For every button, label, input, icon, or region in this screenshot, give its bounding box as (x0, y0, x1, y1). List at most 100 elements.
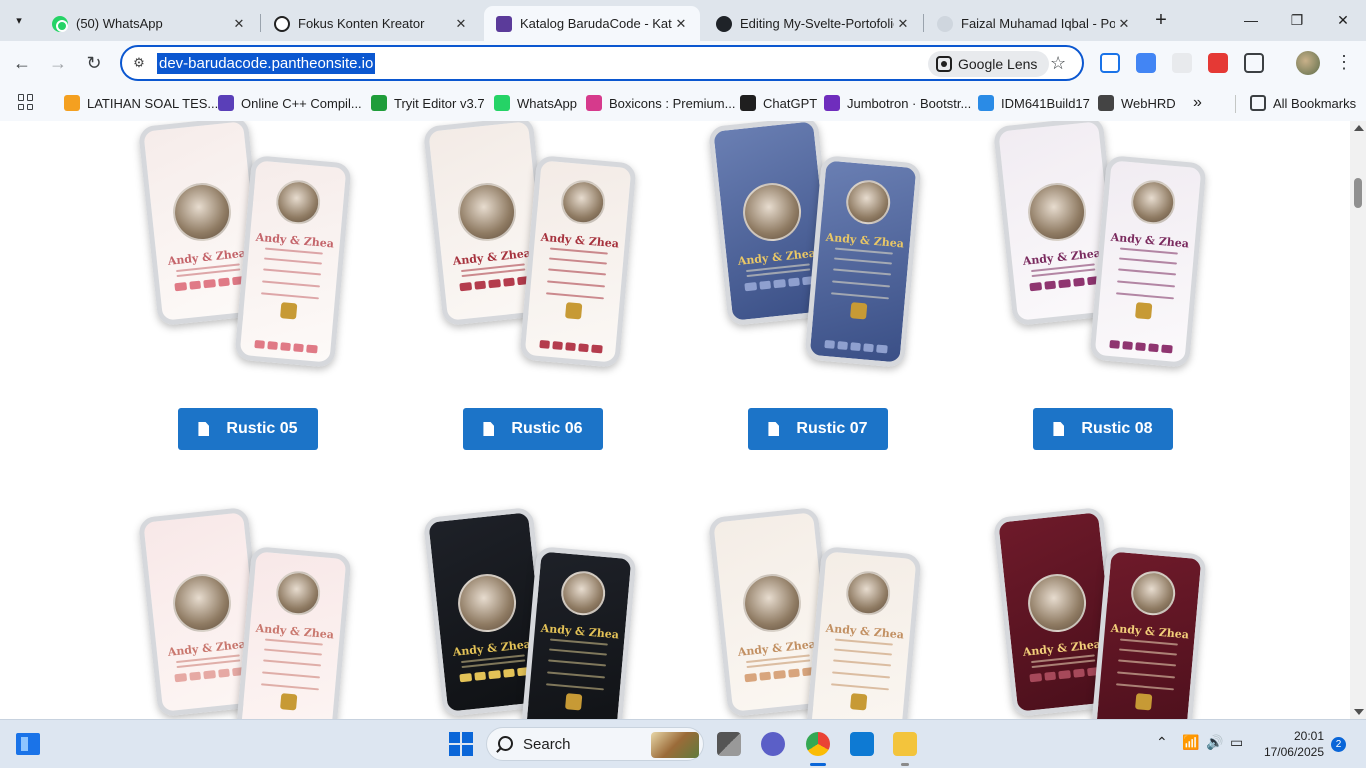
bookmark-item[interactable]: WhatsApp (494, 91, 577, 115)
couple-names: Andy & Zhea (540, 621, 620, 642)
invitation-text-line (548, 268, 606, 276)
running-indicator (901, 763, 909, 766)
whatsapp-icon (52, 15, 68, 32)
scroll-thumb[interactable] (1354, 178, 1362, 208)
invitation-text-line (546, 292, 604, 300)
bookmark-item[interactable]: Jumbotron · Bootstr... (824, 91, 971, 115)
extensions-puzzle-icon[interactable] (1244, 53, 1264, 73)
forward-button[interactable]: → (44, 49, 72, 77)
tab-search-button[interactable]: ▾ (6, 7, 32, 33)
widgets-icon[interactable] (16, 733, 40, 755)
tab-whatsapp[interactable]: (50) WhatsApp ✕ (40, 6, 258, 41)
template-select-button[interactable]: Rustic 05 (178, 408, 318, 450)
meet-chat-icon[interactable] (761, 732, 785, 756)
all-bookmarks-button[interactable]: All Bookmarks (1250, 91, 1356, 115)
wifi-icon[interactable]: 📶 (1182, 734, 1199, 751)
restore-button[interactable]: ❐ (1274, 0, 1320, 40)
taskbar-search[interactable]: Search (486, 727, 704, 761)
tab-title: Editing My-Svelte-Portofolio (740, 16, 894, 31)
url-text[interactable]: dev-barudacode.pantheonsite.io (157, 53, 376, 74)
template-select-button[interactable]: Rustic 07 (748, 408, 888, 450)
document-icon (483, 422, 495, 436)
file-explorer-icon[interactable] (893, 732, 917, 756)
page-scrollbar[interactable] (1350, 121, 1366, 719)
close-icon[interactable]: ✕ (894, 15, 912, 33)
gold-logo-badge (850, 302, 868, 320)
template-preview-image[interactable]: Andy & Zhea Andy & Zhea (137, 121, 388, 371)
template-preview-image[interactable]: Andy & Zhea Andy & Zhea (992, 506, 1243, 719)
vscode-icon[interactable] (850, 732, 874, 756)
bookmark-item[interactable]: Online C++ Compil... (218, 91, 362, 115)
reading-list-icon[interactable] (1100, 53, 1120, 73)
template-preview-image[interactable]: Andy & Zhea Andy & Zhea (422, 506, 673, 719)
address-bar[interactable]: ⚙ dev-barudacode.pantheonsite.io Google … (120, 45, 1084, 81)
tab-katalog-barudacode[interactable]: Katalog BarudaCode - Katal ✕ (484, 6, 700, 41)
minimize-button[interactable]: — (1228, 0, 1274, 40)
couple-photo (559, 568, 608, 617)
close-icon[interactable]: ✕ (230, 15, 248, 33)
template-preview-image[interactable]: Andy & Zhea Andy & Zhea (992, 121, 1243, 371)
pdf-extension-icon[interactable] (1208, 53, 1228, 73)
bookmarks-overflow-chevron-icon[interactable]: » (1193, 91, 1202, 115)
template-preview-image[interactable]: Andy & Zhea Andy & Zhea (137, 506, 388, 719)
couple-photo (455, 180, 519, 244)
back-button[interactable]: ← (8, 49, 36, 77)
site-settings-icon[interactable]: ⚙ (130, 54, 148, 72)
template-select-button[interactable]: Rustic 08 (1033, 408, 1173, 450)
close-icon[interactable]: ✕ (452, 15, 470, 33)
chevron-up-icon[interactable]: ⌃ (1156, 734, 1168, 751)
search-highlight-image (651, 732, 699, 758)
countdown-boxes (823, 340, 888, 354)
bookmark-item[interactable]: Tryit Editor v3.7 (371, 91, 485, 115)
bookmark-label: WhatsApp (517, 95, 577, 111)
new-tab-button[interactable]: + (1150, 9, 1172, 31)
tab-editing-svelte[interactable]: Editing My-Svelte-Portofolio ✕ (704, 6, 922, 41)
couple-photo (1025, 571, 1089, 635)
svelte-icon (937, 15, 953, 32)
invitation-text-line (832, 671, 890, 679)
template-preview-image[interactable]: Andy & Zhea Andy & Zhea (707, 506, 958, 719)
bookmark-item[interactable]: ChatGPT (740, 91, 817, 115)
couple-photo (274, 568, 323, 617)
invitation-text-line (546, 683, 604, 691)
google-translate-icon[interactable] (1136, 53, 1156, 73)
template-select-button[interactable]: Rustic 06 (463, 408, 603, 450)
reload-button[interactable]: ↻ (80, 49, 108, 77)
tab-faizal-portfolio[interactable]: Faizal Muhamad Iqbal - Port ✕ (925, 6, 1143, 41)
tab-fokus-konten[interactable]: Fokus Konten Kreator ✕ (262, 6, 480, 41)
windows-taskbar: Search ⌃ 📶 🔊 ▭ 20:01 17/06/2025 2 (0, 719, 1366, 768)
google-lens-button[interactable]: Google Lens (928, 51, 1050, 77)
close-icon[interactable]: ✕ (1115, 15, 1133, 33)
taskbar-clock[interactable]: 20:01 17/06/2025 (1262, 728, 1324, 760)
tab-separator (923, 14, 924, 32)
scroll-down-arrow-icon[interactable] (1354, 709, 1364, 715)
profile-avatar[interactable] (1296, 51, 1320, 75)
chrome-icon[interactable] (806, 732, 830, 756)
battery-icon[interactable]: ▭ (1230, 734, 1243, 751)
countdown-boxes (174, 666, 245, 683)
volume-icon[interactable]: 🔊 (1206, 734, 1223, 751)
close-icon[interactable]: ✕ (672, 15, 690, 33)
gold-logo-badge (565, 302, 583, 320)
bookmark-favicon-icon (740, 95, 756, 111)
bookmark-item[interactable]: Boxicons : Premium... (586, 91, 735, 115)
scroll-up-arrow-icon[interactable] (1354, 125, 1364, 131)
couple-photo (170, 180, 234, 244)
start-button[interactable] (449, 732, 473, 756)
bookmark-item[interactable]: WebHRD (1098, 91, 1176, 115)
template-button-label: Rustic 07 (796, 420, 868, 437)
extension-icon[interactable] (1172, 53, 1192, 73)
browser-menu-icon[interactable]: ⋮ (1334, 51, 1354, 75)
bookmark-star-icon[interactable]: ☆ (1050, 53, 1066, 74)
bookmark-favicon-icon (586, 95, 602, 111)
template-preview-image[interactable]: Andy & Zhea Andy & Zhea (707, 121, 958, 371)
template-preview-image[interactable]: Andy & Zhea Andy & Zhea (422, 121, 673, 371)
bookmark-item[interactable]: LATIHAN SOAL TES... (64, 91, 218, 115)
notification-badge[interactable]: 2 (1331, 737, 1346, 752)
countdown-boxes (744, 275, 815, 292)
apps-grid-icon[interactable] (18, 94, 34, 110)
document-icon (1053, 422, 1065, 436)
task-view-icon[interactable] (717, 732, 741, 756)
bookmark-item[interactable]: IDM641Build17 (978, 91, 1090, 115)
close-window-button[interactable]: ✕ (1320, 0, 1366, 40)
